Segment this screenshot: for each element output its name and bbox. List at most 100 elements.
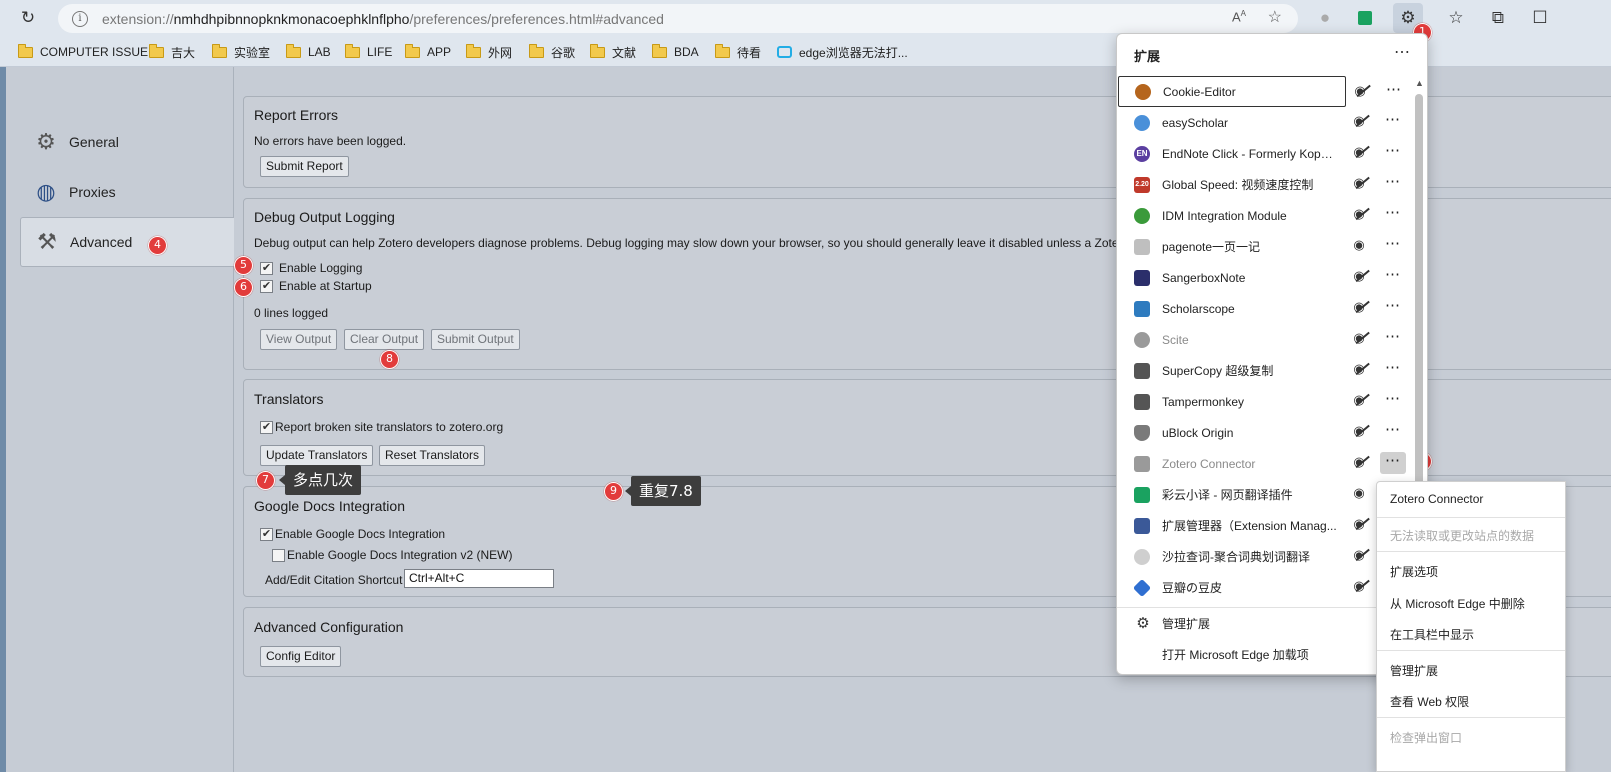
extension-item[interactable]: Zotero Connector ◉ ⋯ (1118, 448, 1412, 479)
bookmark-folder[interactable]: COMPUTER ISSUE (18, 43, 148, 61)
refresh-icon[interactable]: ↻ (13, 3, 43, 33)
update-translators-button[interactable]: Update Translators (260, 445, 374, 466)
extension-manager-icon (1134, 517, 1150, 534)
bookmark-folder[interactable]: 文献 (590, 43, 636, 61)
bookmark-folder[interactable]: BDA (652, 43, 699, 61)
address-bar[interactable]: i extension://nmhdhpibnnopknkmonacoephkl… (58, 4, 1298, 33)
more-options-button[interactable]: ⋯ (1380, 142, 1406, 164)
enable-google-docs-v2-checkbox[interactable]: Enable Google Docs Integration v2 (NEW) (272, 548, 512, 562)
hidden-eye-icon[interactable]: ◉ (1350, 423, 1368, 439)
info-icon[interactable]: i (72, 10, 88, 27)
hidden-eye-icon[interactable]: ◉ (1350, 454, 1368, 470)
more-options-button[interactable]: ⋯ (1380, 452, 1406, 474)
manage-extensions-link[interactable]: ⚙ 管理扩展 (1135, 612, 1210, 634)
collections-icon[interactable]: ⧉ (1483, 3, 1513, 33)
submit-report-button[interactable]: Submit Report (260, 156, 349, 177)
hidden-eye-icon[interactable]: ◉ (1350, 299, 1368, 315)
shortcut-label: Add/Edit Citation Shortcut (265, 573, 403, 587)
more-options-button[interactable]: ⋯ (1380, 421, 1406, 443)
hidden-eye-icon[interactable]: ◉ (1350, 516, 1368, 532)
scroll-up-icon[interactable]: ▲ (1415, 78, 1424, 88)
hidden-eye-icon[interactable]: ◉ (1350, 268, 1368, 284)
bookmark-folder[interactable]: LIFE (345, 43, 392, 61)
hidden-eye-icon[interactable]: ◉ (1350, 392, 1368, 408)
extension-item[interactable]: easyScholar ◉ ⋯ (1118, 107, 1412, 138)
extension-item[interactable]: pagenote一页一记 ◉ ⋯ (1118, 231, 1412, 262)
menu-item-zotero-connector[interactable]: Zotero Connector (1390, 492, 1483, 506)
menu-item-remove-from-edge[interactable]: 从 Microsoft Edge 中删除 (1390, 595, 1525, 612)
extension-item[interactable]: uBlock Origin ◉ ⋯ (1118, 417, 1412, 448)
extension-item[interactable]: Cookie-Editor ◉ ⋯ (1118, 76, 1401, 107)
enable-logging-checkbox[interactable]: ✔ Enable Logging (260, 261, 362, 275)
extension-item[interactable]: Tampermonkey ◉ ⋯ (1118, 386, 1412, 417)
citation-shortcut-input[interactable]: Ctrl+Alt+C (404, 569, 554, 588)
menu-item-extension-options[interactable]: 扩展选项 (1390, 563, 1438, 580)
visible-eye-icon[interactable]: ◉ (1350, 237, 1368, 253)
read-aloud-icon[interactable]: AA (1232, 9, 1246, 24)
more-options-button[interactable]: ⋯ (1380, 266, 1406, 288)
bookmark-folder[interactable]: 实验室 (212, 43, 270, 61)
visible-eye-icon[interactable]: ◉ (1350, 485, 1368, 501)
more-options-button[interactable]: ⋯ (1380, 359, 1406, 381)
extension-item[interactable]: SangerboxNote ◉ ⋯ (1118, 262, 1412, 293)
bookmark-folder[interactable]: 外网 (466, 43, 512, 61)
more-options-button[interactable]: ⋯ (1380, 235, 1406, 257)
more-options-button[interactable]: ⋯ (1381, 81, 1407, 103)
enable-google-docs-checkbox[interactable]: ✔ Enable Google Docs Integration (260, 527, 445, 541)
submit-output-button[interactable]: Submit Output (431, 329, 520, 350)
hidden-eye-icon[interactable]: ◉ (1350, 144, 1368, 160)
favorites-icon[interactable]: ☆ (1441, 3, 1471, 33)
more-options-button[interactable]: ⋯ (1380, 204, 1406, 226)
config-editor-button[interactable]: Config Editor (260, 646, 342, 667)
hidden-eye-icon[interactable]: ◉ (1350, 361, 1368, 377)
extension-item[interactable]: 2.20 Global Speed: 视频速度控制 ◉ ⋯ (1118, 169, 1412, 200)
extension-item[interactable]: Scholarscope ◉ ⋯ (1118, 293, 1412, 324)
hidden-eye-icon[interactable]: ◉ (1350, 547, 1368, 563)
extension-item[interactable]: EN EndNote Click - Formerly Koper... ◉ ⋯ (1118, 138, 1412, 169)
hidden-eye-icon[interactable]: ◉ (1351, 83, 1369, 99)
debug-output-title: Debug Output Logging (254, 209, 395, 225)
more-options-button[interactable]: ⋯ (1380, 173, 1406, 195)
more-options-button[interactable]: ⋯ (1380, 328, 1406, 350)
more-options-button[interactable]: ⋯ (1380, 111, 1406, 133)
screenshot-icon[interactable]: ☐ (1525, 3, 1555, 33)
report-broken-translators-checkbox[interactable]: ✔ Report broken site translators to zoter… (260, 420, 503, 434)
hidden-eye-icon[interactable]: ◉ (1350, 113, 1368, 129)
sidebar-item-proxies[interactable]: ◍ Proxies (20, 167, 234, 217)
hidden-eye-icon[interactable]: ◉ (1350, 206, 1368, 222)
extension-placeholder-icon[interactable]: ● (1310, 3, 1340, 33)
panel-more-icon[interactable]: ⋯ (1394, 42, 1411, 62)
extension-item[interactable]: IDM Integration Module ◉ ⋯ (1118, 200, 1412, 231)
clear-output-button[interactable]: Clear Output (344, 329, 425, 350)
bookmark-folder[interactable]: 吉大 (149, 43, 195, 61)
bookmark-folder[interactable]: 谷歌 (529, 43, 575, 61)
menu-item-web-permissions[interactable]: 查看 Web 权限 (1390, 693, 1469, 710)
reset-translators-button[interactable]: Reset Translators (379, 445, 486, 466)
sidebar-item-advanced[interactable]: ⚒ Advanced (20, 217, 236, 267)
add-favorite-icon[interactable]: ☆ (1268, 7, 1282, 27)
extension-item[interactable]: Scite ◉ ⋯ (1118, 324, 1412, 355)
hidden-eye-icon[interactable]: ◉ (1350, 578, 1368, 594)
extension-item[interactable]: 彩云小译 - 网页翻译插件 ◉ ⋯ (1118, 479, 1412, 510)
caiyun-toolbar-icon[interactable] (1350, 3, 1380, 33)
menu-item-show-in-toolbar[interactable]: 在工具栏中显示 (1390, 626, 1474, 643)
bookmark-folder[interactable]: APP (405, 43, 451, 61)
bookmark-link[interactable]: edge浏览器无法打... (777, 43, 908, 61)
checkbox-unchecked-icon (272, 548, 285, 562)
hidden-eye-icon[interactable]: ◉ (1350, 330, 1368, 346)
extension-item[interactable]: 沙拉查词-聚合词典划词翻译 ◉ ⋯ (1118, 541, 1412, 572)
open-edge-addons-link[interactable]: 打开 Microsoft Edge 加载项 (1135, 643, 1309, 665)
extension-item[interactable]: 扩展管理器（Extension Manag... ◉ ⋯ (1118, 510, 1412, 541)
more-options-button[interactable]: ⋯ (1380, 390, 1406, 412)
extension-item[interactable]: SuperCopy 超级复制 ◉ ⋯ (1118, 355, 1412, 386)
extension-item[interactable]: 豆瓣の豆皮 ◉ ⋯ (1118, 572, 1412, 603)
sidebar-item-general[interactable]: ⚙ General (20, 117, 234, 167)
view-output-button[interactable]: View Output (260, 329, 338, 350)
bookmark-folder[interactable]: LAB (286, 43, 331, 61)
url-text[interactable]: extension://nmhdhpibnnopknkmonacoephklnf… (102, 11, 664, 27)
hidden-eye-icon[interactable]: ◉ (1350, 175, 1368, 191)
bookmark-folder[interactable]: 待看 (715, 43, 761, 61)
menu-item-manage-extensions[interactable]: 管理扩展 (1390, 662, 1438, 679)
more-options-button[interactable]: ⋯ (1380, 297, 1406, 319)
enable-startup-checkbox[interactable]: ✔ Enable at Startup (260, 279, 372, 293)
